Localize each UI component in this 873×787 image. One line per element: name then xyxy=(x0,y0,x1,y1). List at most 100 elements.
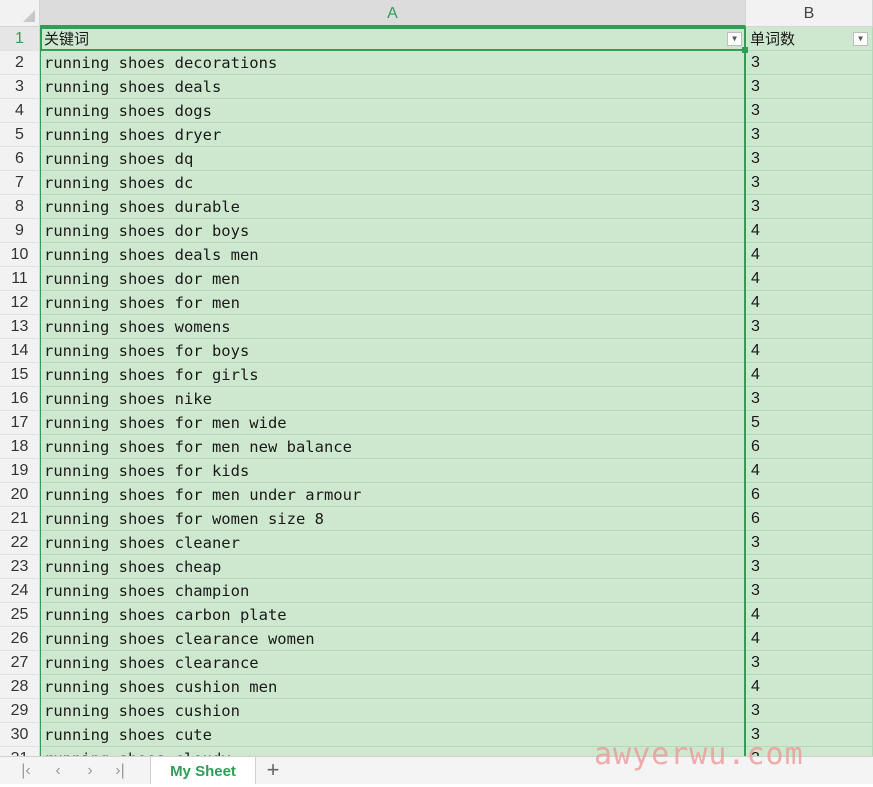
word-count-cell[interactable]: 3 xyxy=(746,699,873,723)
keyword-cell[interactable]: running shoes cushion xyxy=(40,699,746,723)
row-header[interactable]: 10 xyxy=(0,243,40,267)
filter-dropdown-icon[interactable]: ▼ xyxy=(727,32,742,46)
word-count-cell[interactable]: 3 xyxy=(746,51,873,75)
word-count-cell[interactable]: 3 xyxy=(746,651,873,675)
word-count-cell[interactable]: 3 xyxy=(746,147,873,171)
keyword-cell[interactable]: running shoes clearance women xyxy=(40,627,746,651)
word-count-cell[interactable]: 4 xyxy=(746,339,873,363)
keyword-cell[interactable]: running shoes womens xyxy=(40,315,746,339)
add-sheet-icon[interactable]: + xyxy=(261,758,285,782)
column-header-b[interactable]: B xyxy=(746,0,873,27)
word-count-cell[interactable]: 3 xyxy=(746,171,873,195)
word-count-cell[interactable]: 3 xyxy=(746,195,873,219)
row-header[interactable]: 4 xyxy=(0,99,40,123)
row-header[interactable]: 18 xyxy=(0,435,40,459)
keyword-cell[interactable]: running shoes dryer xyxy=(40,123,746,147)
row-header[interactable]: 16 xyxy=(0,387,40,411)
word-count-cell[interactable]: 6 xyxy=(746,483,873,507)
row-header-1[interactable]: 1 xyxy=(0,27,40,51)
word-count-cell[interactable]: 3 xyxy=(746,555,873,579)
row-header[interactable]: 12 xyxy=(0,291,40,315)
filter-dropdown-icon[interactable]: ▼ xyxy=(853,32,868,46)
word-count-cell[interactable]: 3 xyxy=(746,315,873,339)
word-count-cell[interactable]: 4 xyxy=(746,219,873,243)
row-header[interactable]: 21 xyxy=(0,507,40,531)
keyword-cell[interactable]: running shoes dor men xyxy=(40,267,746,291)
word-count-cell[interactable]: 4 xyxy=(746,627,873,651)
keyword-cell[interactable]: running shoes durable xyxy=(40,195,746,219)
last-sheet-icon[interactable]: ›| xyxy=(106,759,134,783)
row-header[interactable]: 17 xyxy=(0,411,40,435)
row-header[interactable]: 19 xyxy=(0,459,40,483)
word-count-cell[interactable]: 3 xyxy=(746,387,873,411)
word-count-cell[interactable]: 6 xyxy=(746,435,873,459)
row-header[interactable]: 7 xyxy=(0,171,40,195)
row-header[interactable]: 24 xyxy=(0,579,40,603)
keyword-cell[interactable]: running shoes for girls xyxy=(40,363,746,387)
word-count-cell[interactable]: 4 xyxy=(746,291,873,315)
row-header[interactable]: 14 xyxy=(0,339,40,363)
word-count-cell[interactable]: 4 xyxy=(746,243,873,267)
keyword-cell[interactable]: running shoes deals xyxy=(40,75,746,99)
word-count-cell[interactable]: 4 xyxy=(746,603,873,627)
word-count-cell[interactable]: 3 xyxy=(746,747,873,756)
prev-sheet-icon[interactable]: ‹ xyxy=(44,759,72,783)
keyword-cell[interactable]: running shoes champion xyxy=(40,579,746,603)
row-header[interactable]: 2 xyxy=(0,51,40,75)
row-header[interactable]: 29 xyxy=(0,699,40,723)
fill-handle[interactable] xyxy=(742,47,748,53)
word-count-cell[interactable]: 3 xyxy=(746,531,873,555)
keyword-cell[interactable]: running shoes decorations xyxy=(40,51,746,75)
header-cell-keyword[interactable]: 关键词 xyxy=(40,27,746,51)
word-count-cell[interactable]: 5 xyxy=(746,411,873,435)
keyword-cell[interactable]: running shoes cute xyxy=(40,723,746,747)
row-header[interactable]: 5 xyxy=(0,123,40,147)
row-header[interactable]: 13 xyxy=(0,315,40,339)
row-header[interactable]: 3 xyxy=(0,75,40,99)
first-sheet-icon[interactable]: |‹ xyxy=(12,759,40,783)
keyword-cell[interactable]: running shoes for boys xyxy=(40,339,746,363)
word-count-cell[interactable]: 4 xyxy=(746,267,873,291)
row-header[interactable]: 25 xyxy=(0,603,40,627)
row-header[interactable]: 11 xyxy=(0,267,40,291)
keyword-cell[interactable]: running shoes dc xyxy=(40,171,746,195)
keyword-cell[interactable]: running shoes for women size 8 xyxy=(40,507,746,531)
keyword-cell[interactable]: running shoes clearance xyxy=(40,651,746,675)
keyword-cell[interactable]: running shoes cushion men xyxy=(40,675,746,699)
word-count-cell[interactable]: 4 xyxy=(746,363,873,387)
row-header[interactable]: 20 xyxy=(0,483,40,507)
sheet-tab-my-sheet[interactable]: My Sheet xyxy=(150,757,256,784)
word-count-cell[interactable]: 6 xyxy=(746,507,873,531)
row-header[interactable]: 31 xyxy=(0,747,40,756)
row-header[interactable]: 23 xyxy=(0,555,40,579)
row-header[interactable]: 26 xyxy=(0,627,40,651)
keyword-cell[interactable]: running shoes nike xyxy=(40,387,746,411)
keyword-cell[interactable]: running shoes cleaner xyxy=(40,531,746,555)
keyword-cell[interactable]: running shoes carbon plate xyxy=(40,603,746,627)
row-header[interactable]: 30 xyxy=(0,723,40,747)
row-header[interactable]: 22 xyxy=(0,531,40,555)
row-header[interactable]: 9 xyxy=(0,219,40,243)
word-count-cell[interactable]: 3 xyxy=(746,99,873,123)
word-count-cell[interactable]: 3 xyxy=(746,579,873,603)
keyword-cell[interactable]: running shoes for men new balance xyxy=(40,435,746,459)
word-count-cell[interactable]: 4 xyxy=(746,675,873,699)
keyword-cell[interactable]: running shoes for men wide xyxy=(40,411,746,435)
keyword-cell[interactable]: running shoes cheap xyxy=(40,555,746,579)
row-header[interactable]: 6 xyxy=(0,147,40,171)
keyword-cell[interactable]: running shoes for kids xyxy=(40,459,746,483)
column-header-a[interactable]: A xyxy=(40,0,746,27)
word-count-cell[interactable]: 3 xyxy=(746,723,873,747)
keyword-cell[interactable]: running shoes for men under armour xyxy=(40,483,746,507)
keyword-cell[interactable]: running shoes deals men xyxy=(40,243,746,267)
keyword-cell[interactable]: running shoes dor boys xyxy=(40,219,746,243)
word-count-cell[interactable]: 3 xyxy=(746,75,873,99)
word-count-cell[interactable]: 3 xyxy=(746,123,873,147)
select-all-corner[interactable] xyxy=(0,0,40,27)
keyword-cell[interactable]: running shoes for men xyxy=(40,291,746,315)
row-header[interactable]: 15 xyxy=(0,363,40,387)
next-sheet-icon[interactable]: › xyxy=(76,759,104,783)
word-count-cell[interactable]: 4 xyxy=(746,459,873,483)
row-header[interactable]: 27 xyxy=(0,651,40,675)
row-header[interactable]: 28 xyxy=(0,675,40,699)
